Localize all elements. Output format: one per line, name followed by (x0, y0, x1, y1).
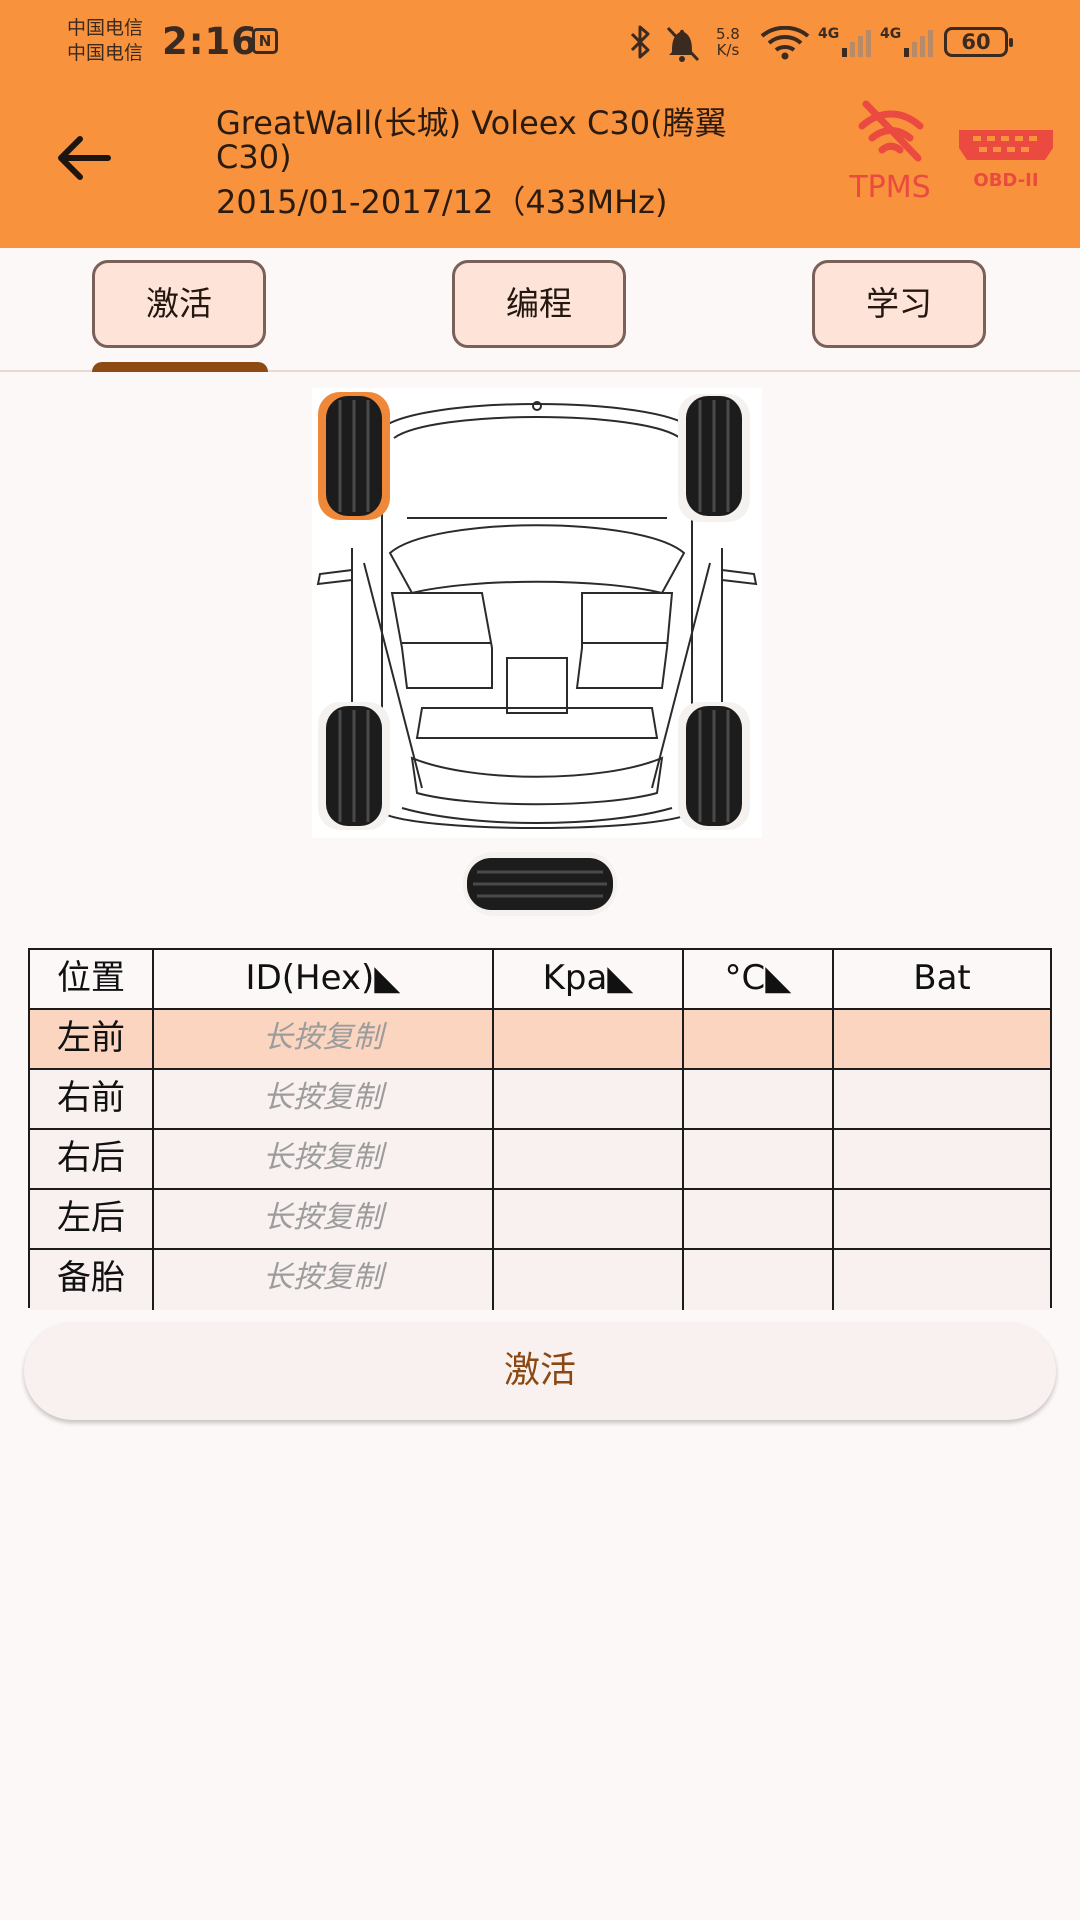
bluetooth-icon (630, 25, 650, 59)
row-bat (834, 1070, 1050, 1130)
row-temp (684, 1070, 834, 1130)
tab-program[interactable]: 编程 (452, 260, 626, 348)
header-bat: Bat (834, 950, 1050, 1010)
carrier-label: 中国电信 中国电信 (67, 16, 143, 66)
header-position: 位置 (30, 950, 154, 1010)
table-header: 位置 ID(Hex)◣ Kpa◣ °C◣ Bat (30, 950, 1050, 1010)
activate-button[interactable]: 激活 (24, 1322, 1056, 1420)
back-arrow-icon[interactable] (52, 130, 116, 186)
row-position: 右后 (30, 1130, 154, 1190)
speed-unit: K/s (716, 41, 740, 59)
row-id-cell[interactable]: 长按复制 (154, 1070, 494, 1130)
wheel-rear-right (678, 702, 750, 830)
signal-icon-2 (904, 30, 933, 57)
row-bat (834, 1190, 1050, 1250)
vehicle-title-line-2: C30) (216, 138, 292, 176)
row-kpa (494, 1190, 684, 1250)
row-temp (684, 1250, 834, 1310)
header-id[interactable]: ID(Hex)◣ (154, 950, 494, 1010)
vehicle-title-line-1: GreatWall(长城) Voleex C30(腾翼 (216, 104, 727, 142)
header-temp[interactable]: °C◣ (684, 950, 834, 1010)
nfc-icon: N (252, 28, 278, 54)
row-position: 右前 (30, 1070, 154, 1130)
wheel-rear-left (318, 702, 390, 830)
wheel-front-left (326, 396, 382, 516)
row-position: 左前 (30, 1010, 154, 1070)
wheel-spare[interactable] (463, 852, 617, 916)
tpms-logo: TPMS (848, 100, 931, 202)
row-bat (834, 1130, 1050, 1190)
mute-bell-icon (666, 26, 700, 62)
vehicle-title-line-3: 2015/01-2017/12（433MHz) (216, 183, 668, 221)
row-kpa (494, 1130, 684, 1190)
carrier-2: 中国电信 (67, 42, 144, 64)
copy-hint: 长按复制 (263, 1260, 383, 1295)
obd-logo: OBD-II (959, 130, 1053, 191)
table-row-front-left[interactable]: 左前 长按复制 (30, 1010, 1050, 1070)
row-id-cell[interactable]: 长按复制 (154, 1010, 494, 1070)
row-bat (834, 1250, 1050, 1310)
row-position: 左后 (30, 1190, 154, 1250)
row-temp (684, 1130, 834, 1190)
car-diagram (312, 388, 762, 838)
tab-activate[interactable]: 激活 (92, 260, 266, 348)
sensor-table: 位置 ID(Hex)◣ Kpa◣ °C◣ Bat 左前 长按复制 右前 长按复制… (28, 948, 1052, 1310)
wifi-icon (760, 26, 810, 60)
network-type-2: 4G (880, 26, 902, 42)
speed-value: 5.8 (716, 25, 740, 43)
row-kpa (494, 1250, 684, 1310)
network-type-1: 4G (818, 26, 840, 42)
tpms-logo-text: TPMS (848, 170, 930, 202)
row-bat (834, 1010, 1050, 1070)
battery-icon: 60 (944, 27, 1013, 57)
network-speed: 5.8 K/s (716, 26, 740, 58)
tab-learn[interactable]: 学习 (812, 260, 986, 348)
table-row-front-right[interactable]: 右前 长按复制 (30, 1070, 1050, 1130)
table-row-rear-left[interactable]: 左后 长按复制 (30, 1190, 1050, 1250)
row-kpa (494, 1010, 684, 1070)
row-temp (684, 1190, 834, 1250)
carrier-1: 中国电信 (67, 17, 144, 39)
row-id-cell[interactable]: 长按复制 (154, 1250, 494, 1310)
status-time: 2:16 (162, 20, 259, 63)
header-kpa[interactable]: Kpa◣ (494, 950, 684, 1010)
table-row-rear-right[interactable]: 右后 长按复制 (30, 1130, 1050, 1190)
copy-hint: 长按复制 (263, 1200, 383, 1235)
row-position: 备胎 (30, 1250, 154, 1310)
row-id-cell[interactable]: 长按复制 (154, 1130, 494, 1190)
table-row-spare[interactable]: 备胎 长按复制 (30, 1250, 1050, 1310)
row-temp (684, 1010, 834, 1070)
copy-hint: 长按复制 (263, 1020, 383, 1055)
copy-hint: 长按复制 (263, 1080, 383, 1115)
tab-indicator (92, 362, 268, 372)
row-kpa (494, 1070, 684, 1130)
row-id-cell[interactable]: 长按复制 (154, 1190, 494, 1250)
signal-icon (842, 30, 871, 57)
app-header: 中国电信 中国电信 2:16 N 5.8 K/s 4G 4G 60 GreatW… (0, 0, 1080, 248)
copy-hint: 长按复制 (263, 1140, 383, 1175)
obd-logo-text: OBD-II (973, 170, 1038, 191)
wheel-front-right (678, 394, 750, 522)
mode-tabs: 激活 编程 学习 (0, 248, 1080, 372)
